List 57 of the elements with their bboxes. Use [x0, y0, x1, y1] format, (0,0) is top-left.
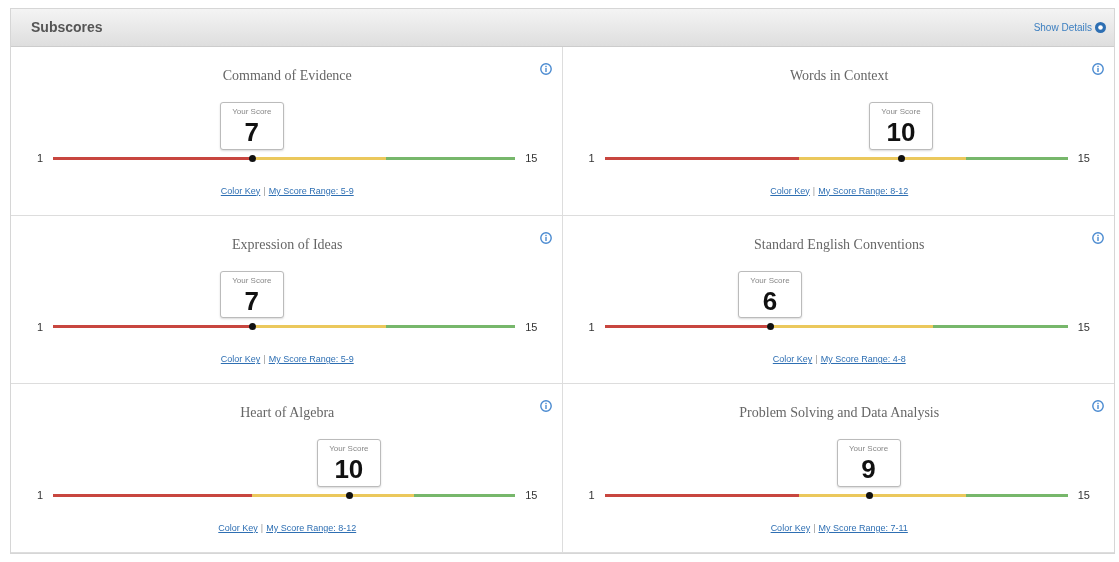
score-label: Your Score	[231, 274, 273, 287]
show-details-link[interactable]: Show Details	[1033, 20, 1106, 35]
score-value: 7	[243, 118, 261, 147]
info-icon[interactable]	[539, 63, 552, 75]
scale-max: 15	[525, 319, 538, 335]
info-icon[interactable]	[1092, 63, 1104, 75]
scale-max: 15	[1077, 151, 1090, 166]
circle-icon	[1095, 22, 1106, 33]
subscore-title: Heart of Algebra	[240, 404, 335, 423]
scale-min: 1	[588, 151, 595, 166]
scale-min: 1	[37, 488, 44, 504]
score-range-link[interactable]: My Score Range: 8-12	[266, 521, 357, 536]
separator: |	[813, 521, 816, 535]
separator: |	[260, 521, 264, 535]
scale-max: 15	[1077, 488, 1090, 504]
color-key-link[interactable]: Color Key	[218, 521, 258, 536]
separator: |	[263, 184, 266, 198]
score-range-link[interactable]: My Score Range: 5-9	[268, 184, 354, 198]
info-icon[interactable]	[539, 231, 552, 244]
score-value: 10	[333, 455, 365, 485]
color-key-link[interactable]: Color Key	[220, 353, 261, 367]
score-value: 7	[243, 286, 261, 316]
subscore-title: Command of Evidence	[222, 67, 352, 85]
subscore-title: Problem Solving and Data Analysis	[739, 404, 940, 423]
subscore-title: Expression of Ideas	[232, 235, 343, 254]
score-label: Your Score	[328, 443, 370, 456]
scale-min: 1	[37, 319, 44, 335]
score-label: Your Score	[231, 106, 273, 119]
score-label: Your Score	[880, 106, 922, 119]
score-label: Your Score	[749, 274, 791, 287]
score-value: 6	[761, 286, 779, 316]
separator: |	[263, 353, 266, 367]
scale-max: 15	[525, 488, 538, 504]
info-icon[interactable]	[1092, 231, 1104, 244]
info-icon[interactable]	[539, 400, 552, 413]
color-key-link[interactable]: Color Key	[770, 521, 811, 536]
score-range-link[interactable]: My Score Range: 8-12	[818, 184, 909, 198]
score-range-link[interactable]: My Score Range: 4-8	[820, 353, 906, 367]
scale-max: 15	[525, 151, 538, 166]
color-key-link[interactable]: Color Key	[220, 184, 261, 198]
score-value: 9	[860, 455, 877, 485]
panel-title: Subscores	[31, 18, 103, 37]
color-key-link[interactable]: Color Key	[770, 184, 810, 198]
score-label: Your Score	[847, 443, 890, 456]
scale-max: 15	[1077, 319, 1090, 335]
separator: |	[815, 353, 818, 367]
subscore-title: Words in Context	[790, 67, 889, 85]
score-range-link[interactable]: My Score Range: 5-9	[268, 353, 354, 367]
separator: |	[812, 184, 816, 198]
scale-min: 1	[37, 151, 44, 166]
subscore-title: Standard English Conventions	[754, 235, 925, 254]
scale-min: 1	[588, 319, 595, 335]
info-icon[interactable]	[1092, 400, 1104, 413]
color-key-link[interactable]: Color Key	[772, 353, 813, 367]
score-range-link[interactable]: My Score Range: 7-11	[818, 521, 908, 536]
scale-min: 1	[588, 488, 595, 504]
score-value: 10	[885, 118, 917, 147]
